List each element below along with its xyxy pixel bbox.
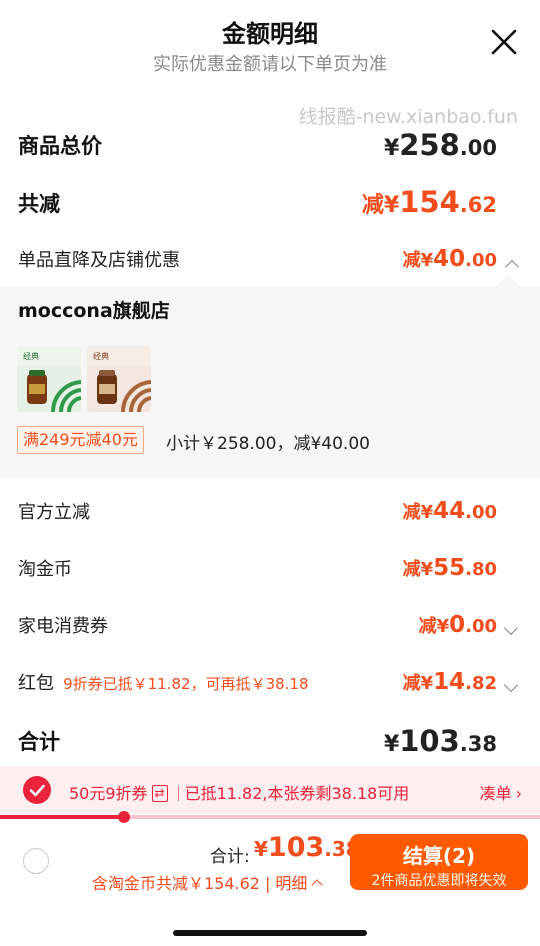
chevron-up-icon xyxy=(311,879,324,891)
discount-label-official: 官方立减 xyxy=(18,502,90,523)
page-title: 金额明细 xyxy=(222,20,318,48)
close-icon[interactable] xyxy=(488,26,520,58)
discount-value-redpacket[interactable]: 减¥14.82 xyxy=(403,669,497,695)
svg-text:经典: 经典 xyxy=(23,351,39,361)
coudan-link[interactable]: 凑单 › xyxy=(480,780,522,804)
product-thumbnail-green[interactable]: 经典 xyxy=(17,346,81,412)
watermark: 线报酷-new.xianbao.fun xyxy=(298,106,518,128)
chevron-right-icon: › xyxy=(515,784,522,803)
chevron-up-icon[interactable] xyxy=(504,257,520,276)
svg-text:经典: 经典 xyxy=(93,351,109,361)
goods-total-value: ¥258.00 xyxy=(383,128,497,162)
divider xyxy=(177,786,179,801)
discount-label-taojinbi: 淘金币 xyxy=(18,559,72,580)
chevron-down-icon[interactable] xyxy=(503,675,519,694)
page-subtitle: 实际优惠金额请以下单页为准 xyxy=(153,54,387,75)
footer-total-label: 合计: xyxy=(210,847,250,867)
detail-link: 明细 xyxy=(275,874,308,893)
coupon-info[interactable]: 50元9折券 ⇄ 已抵11.82,本张券剩38.18可用 xyxy=(69,780,409,804)
footer-total-value: ¥103.38 xyxy=(254,832,360,863)
progress-knob xyxy=(118,811,131,823)
coupon-name: 50元9折券 xyxy=(69,784,148,803)
checkout-button[interactable]: 结算(2) 2件商品优惠即将失效 xyxy=(350,834,528,890)
home-indicator[interactable] xyxy=(173,930,367,936)
checkout-note: 2件商品优惠即将失效 xyxy=(371,873,507,889)
promo-tag: 满249元减40元 xyxy=(17,426,144,454)
product-thumbnail-brown[interactable]: 经典 xyxy=(87,346,151,412)
footer-sub-note[interactable]: 含淘金币共减￥154.62 | 明细 xyxy=(92,870,324,894)
discount-value-taojinbi: 减¥55.80 xyxy=(402,555,497,581)
discount-value-appliance[interactable]: 减¥0.00 xyxy=(419,612,497,638)
redpacket-note: 9折券已抵￥11.82，可再抵￥38.18 xyxy=(63,675,309,693)
select-all-radio[interactable] xyxy=(23,848,49,874)
combined-total-label: 合计 xyxy=(18,730,60,754)
checkout-label: 结算(2) xyxy=(402,844,476,868)
redpacket-row[interactable]: 红包 9折券已抵￥11.82，可再抵￥38.18 xyxy=(18,669,309,695)
discount-label-appliance[interactable]: 家电消费券 xyxy=(18,612,108,638)
total-reduce-value: 减¥154.62 xyxy=(361,185,497,219)
swap-icon[interactable]: ⇄ xyxy=(151,785,168,802)
chevron-down-icon[interactable] xyxy=(503,618,519,637)
total-reduce-label: 共减 xyxy=(18,192,60,216)
item-discount-value[interactable]: 减¥40.00 xyxy=(403,246,497,272)
progress-fill xyxy=(0,815,125,819)
discount-value-official: 减¥44.00 xyxy=(402,498,497,524)
item-discount-label[interactable]: 单品直降及店铺优惠 xyxy=(18,246,180,272)
coupon-status: 已抵11.82,本张券剩38.18可用 xyxy=(184,784,410,803)
shop-name[interactable]: moccona旗舰店 xyxy=(18,296,170,323)
shop-subtotal: 小计￥258.00，减¥40.00 xyxy=(166,434,370,454)
discount-label-redpacket: 红包 xyxy=(18,673,54,694)
combined-total-value: ¥103.38 xyxy=(383,724,497,758)
goods-total-label: 商品总价 xyxy=(18,134,102,158)
checkmark-icon[interactable] xyxy=(23,776,51,804)
